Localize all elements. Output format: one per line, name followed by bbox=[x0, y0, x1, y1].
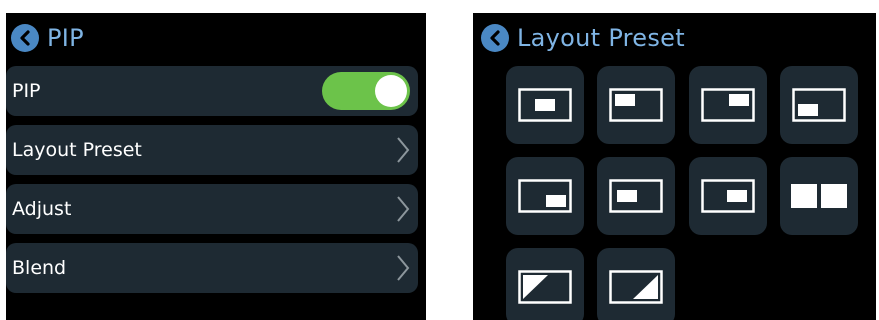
preset-top-right[interactable] bbox=[689, 66, 767, 144]
preset-bottom-right[interactable] bbox=[506, 157, 584, 235]
menu-item-label: Adjust bbox=[12, 198, 72, 220]
pip-bottom-right-icon bbox=[518, 179, 572, 213]
preset-bottom-left[interactable] bbox=[780, 66, 858, 144]
blend-diagonal-left-icon bbox=[518, 270, 572, 304]
back-button[interactable] bbox=[481, 24, 509, 52]
layout-preset-screen: Layout Preset bbox=[473, 13, 876, 320]
preset-center-left[interactable] bbox=[597, 157, 675, 235]
pip-toggle-row[interactable]: PIP bbox=[6, 66, 418, 116]
chevron-right-icon bbox=[396, 195, 410, 223]
menu-item-layout-preset[interactable]: Layout Preset bbox=[6, 125, 418, 175]
chevron-left-icon bbox=[20, 30, 30, 46]
menu-item-label: Blend bbox=[12, 257, 67, 279]
pip-center-icon bbox=[518, 88, 572, 122]
preset-blend-left[interactable] bbox=[506, 248, 584, 320]
pip-top-right-icon bbox=[701, 88, 755, 122]
preset-side-by-side[interactable] bbox=[780, 157, 858, 235]
pip-center-right-icon bbox=[701, 179, 755, 213]
menu-item-adjust[interactable]: Adjust bbox=[6, 184, 418, 234]
page-title: PIP bbox=[47, 24, 84, 52]
menu-item-blend[interactable]: Blend bbox=[6, 243, 418, 293]
pip-header: PIP bbox=[6, 13, 426, 63]
pip-bottom-left-icon bbox=[792, 88, 846, 122]
pip-settings-screen: PIP PIP Layout Preset Adjust Blend bbox=[6, 13, 426, 320]
preset-top-left[interactable] bbox=[597, 66, 675, 144]
chevron-right-icon bbox=[396, 136, 410, 164]
side-by-side-icon bbox=[791, 184, 847, 208]
layout-preset-header: Layout Preset bbox=[473, 13, 876, 63]
blend-diagonal-right-icon bbox=[609, 270, 663, 304]
menu-item-label: PIP bbox=[12, 80, 41, 102]
pip-center-left-icon bbox=[609, 179, 663, 213]
menu-item-label: Layout Preset bbox=[12, 139, 142, 161]
pip-toggle[interactable] bbox=[322, 72, 410, 110]
preset-blend-right[interactable] bbox=[597, 248, 675, 320]
preset-center[interactable] bbox=[506, 66, 584, 144]
chevron-left-icon bbox=[490, 30, 500, 46]
chevron-right-icon bbox=[396, 254, 410, 282]
preset-center-right[interactable] bbox=[689, 157, 767, 235]
pip-top-left-icon bbox=[609, 88, 663, 122]
page-title: Layout Preset bbox=[517, 24, 685, 52]
toggle-knob bbox=[375, 75, 407, 107]
back-button[interactable] bbox=[11, 24, 39, 52]
